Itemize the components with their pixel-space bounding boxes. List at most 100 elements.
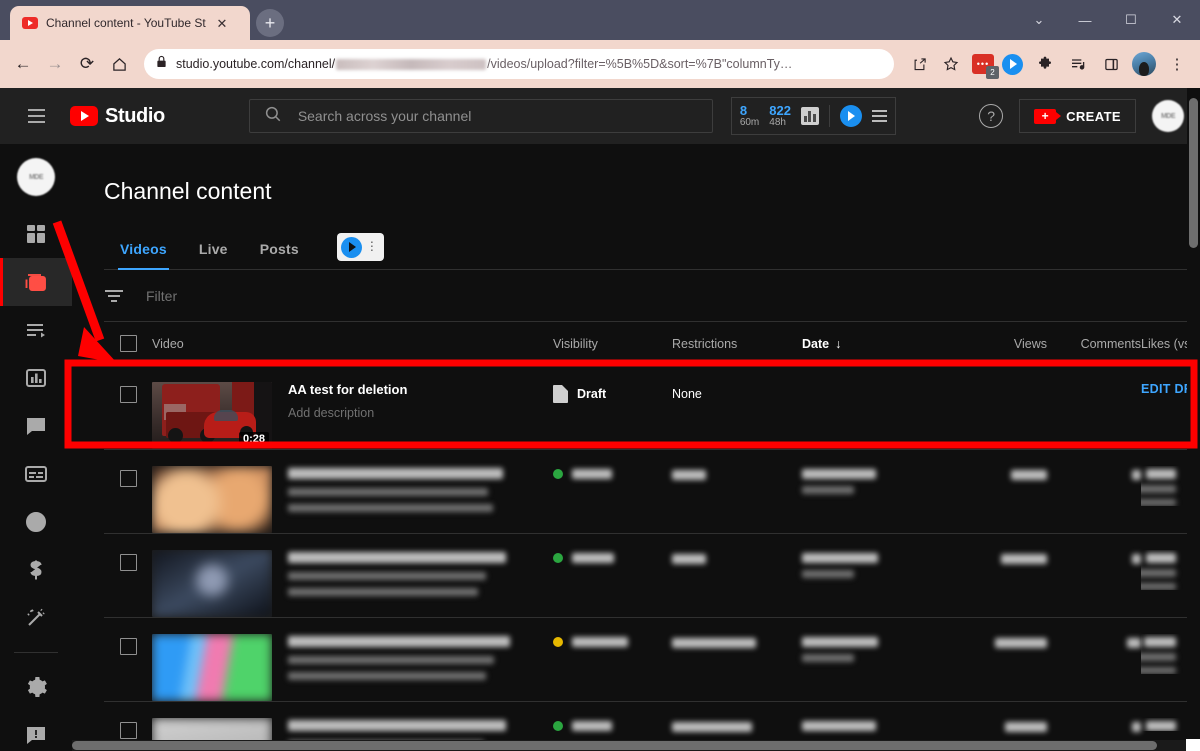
reload-icon[interactable]: ⟳ [72,49,102,79]
select-all-checkbox[interactable] [104,335,152,352]
row-checkbox[interactable] [104,382,152,434]
puzzle-icon[interactable] [1030,49,1060,79]
kebab-menu[interactable]: ⋮ [1162,49,1192,79]
studio-logo[interactable]: Studio [70,105,165,128]
chevron-down-icon[interactable]: ⌄ [1016,0,1062,40]
video-title[interactable]: AA test for deletion [288,382,407,399]
video-cell[interactable] [152,634,553,701]
row-checkbox[interactable] [104,550,152,602]
new-tab-button[interactable]: + [256,9,284,37]
close-icon[interactable]: ✕ [214,15,230,31]
video-cell[interactable]: 0:28 AA test for deletion Add descriptio… [152,382,553,449]
visibility-status: Draft [577,387,606,401]
visibility-cell[interactable] [553,718,672,731]
browser-tab[interactable]: Channel content - YouTube Studi ✕ [10,6,250,40]
video-cell[interactable] [152,466,553,533]
sidebar-item-copyright[interactable] [0,498,72,546]
minimize-icon[interactable]: — [1062,0,1108,40]
column-header-date[interactable]: Date ↓ [802,337,937,351]
comments-cell [1047,718,1141,732]
address-bar[interactable]: studio.youtube.com/channel//videos/uploa… [144,49,894,79]
date-cell [802,550,937,578]
reading-list-icon[interactable] [1063,49,1093,79]
tab-extra-widget[interactable]: ⋮ [337,233,384,261]
share-icon[interactable] [904,49,934,79]
create-button[interactable]: CREATE [1019,99,1136,133]
vertical-scrollbar[interactable] [1187,88,1200,751]
horizontal-scrollbar[interactable] [72,740,1187,751]
help-icon[interactable]: ? [979,104,1003,128]
filter-icon[interactable] [104,290,124,302]
bar-chart-icon[interactable] [801,107,819,125]
comment-icon [24,414,48,438]
tab-videos[interactable]: Videos [104,231,183,269]
extension-red-icon[interactable]: ••• 2 [972,54,994,74]
side-panel-icon[interactable] [1096,49,1126,79]
extension-blue-play-icon[interactable] [997,49,1027,79]
sidebar-item-channel-avatar[interactable]: MDE [17,158,55,196]
views-cell [937,634,1047,648]
sidebar-item-content[interactable] [0,258,72,306]
table-row[interactable] [104,618,1200,702]
star-icon[interactable] [936,49,966,79]
video-cell[interactable] [152,550,553,617]
hamburger-menu-icon[interactable] [16,96,56,136]
video-thumbnail[interactable]: 0:28 [152,382,272,449]
vertical-scrollbar-thumb[interactable] [1189,98,1198,248]
video-thumbnail[interactable] [152,634,272,701]
video-description[interactable]: Add description [288,406,407,420]
play-circle-icon[interactable] [840,105,862,127]
account-avatar[interactable]: MDE [1152,100,1184,132]
tab-live[interactable]: Live [183,231,244,269]
redacted-channel-id [336,59,486,70]
tab-posts[interactable]: Posts [244,231,315,269]
sidebar-item-playlists[interactable] [0,306,72,354]
column-header-visibility[interactable]: Visibility [553,337,672,351]
content-tabs: Videos Live Posts ⋮ [104,231,1200,270]
back-icon[interactable]: ← [8,49,38,79]
column-header-views[interactable]: Views [937,337,1047,351]
comments-cell [1047,550,1141,564]
row-checkbox[interactable] [104,466,152,518]
sidebar-item-analytics[interactable] [0,354,72,402]
visibility-dot-unlisted [553,637,563,647]
extensions-bar: ••• 2 ⋮ [968,49,1192,79]
close-window-icon[interactable]: ✕ [1154,0,1200,40]
video-duration: 0:28 [239,432,269,446]
search-placeholder: Search across your channel [298,108,472,124]
sidebar-item-send-feedback[interactable] [0,711,72,751]
visibility-cell[interactable] [553,550,672,563]
column-header-comments[interactable]: Comments [1047,337,1141,351]
maximize-icon[interactable]: ☐ [1108,0,1154,40]
browser-toolbar: ← → ⟳ studio.youtube.com/channel//videos… [0,40,1200,88]
video-thumbnail[interactable] [152,466,272,533]
tab-strip: Channel content - YouTube Studi ✕ + [0,0,284,40]
visibility-cell[interactable]: Draft [553,382,672,403]
stat-left-number: 8 [740,104,747,118]
visibility-cell[interactable] [553,466,672,479]
sidebar-item-comments[interactable] [0,402,72,450]
column-header-video[interactable]: Video [152,337,553,351]
list-icon[interactable] [872,110,887,122]
table-row[interactable] [104,450,1200,534]
filter-row[interactable]: Filter [104,270,1200,322]
sidebar: MDE [0,144,72,751]
sidebar-item-settings[interactable] [0,663,72,711]
sidebar-item-dashboard[interactable] [0,210,72,258]
forward-icon[interactable]: → [40,49,70,79]
row-checkbox[interactable] [104,634,152,686]
stats-pill[interactable]: 8 60m 822 48h [731,97,896,135]
kebab-menu-icon[interactable]: ⋮ [366,242,378,252]
search-input[interactable]: Search across your channel [249,99,713,133]
home-icon[interactable] [104,49,134,79]
sidebar-item-customization[interactable] [0,594,72,642]
table-row[interactable]: 0:28 AA test for deletion Add descriptio… [104,366,1200,450]
sidebar-item-monetization[interactable] [0,546,72,594]
horizontal-scrollbar-thumb[interactable] [72,741,1157,750]
profile-avatar[interactable] [1129,49,1159,79]
table-row[interactable] [104,534,1200,618]
sidebar-item-subtitles[interactable] [0,450,72,498]
column-header-restrictions[interactable]: Restrictions [672,337,802,351]
video-thumbnail[interactable] [152,550,272,617]
visibility-cell[interactable] [553,634,672,647]
